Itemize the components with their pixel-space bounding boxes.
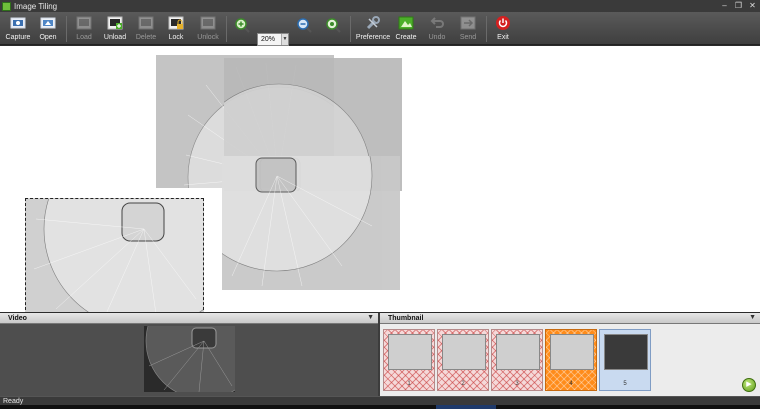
window-title: Image Tiling bbox=[14, 1, 58, 11]
zoom-fit-icon bbox=[325, 17, 341, 33]
selected-image-tile[interactable] bbox=[25, 198, 204, 312]
zoom-in-icon bbox=[234, 17, 250, 33]
video-panel-title: Video bbox=[8, 314, 27, 322]
play-icon[interactable]: ▶ bbox=[742, 378, 756, 392]
thumbnail-image bbox=[496, 334, 540, 370]
pin-icon[interactable]: ▼ bbox=[749, 314, 756, 321]
zoom-out-icon bbox=[296, 17, 312, 33]
chevron-down-icon[interactable]: ▼ bbox=[281, 34, 288, 45]
tiling-canvas[interactable] bbox=[0, 46, 760, 312]
status-bar: Ready bbox=[0, 396, 760, 405]
image-tile[interactable] bbox=[222, 156, 400, 290]
toolbar: Capture Open Load Unload Delete Lock Unl… bbox=[0, 12, 760, 46]
taskbar-strip bbox=[0, 405, 760, 409]
exit-button[interactable]: Exit bbox=[492, 13, 514, 44]
zoom-in-button[interactable] bbox=[233, 13, 251, 44]
create-button[interactable]: Create bbox=[394, 13, 418, 44]
thumbnail-item[interactable]: 1 bbox=[383, 329, 435, 391]
toolbar-separator bbox=[226, 16, 227, 42]
send-button[interactable]: Send bbox=[456, 13, 480, 44]
restore-icon[interactable]: ❐ bbox=[733, 1, 744, 10]
preference-button[interactable]: Preference bbox=[356, 13, 390, 44]
thumbnail-image bbox=[442, 334, 486, 370]
thumbnail-number: 5 bbox=[623, 381, 627, 387]
unload-button[interactable]: Unload bbox=[102, 13, 128, 44]
close-icon[interactable]: ✕ bbox=[747, 1, 758, 10]
delete-icon bbox=[138, 15, 154, 31]
unlock-button[interactable]: Unlock bbox=[194, 13, 222, 44]
lock-icon bbox=[168, 15, 184, 31]
video-panel bbox=[0, 324, 378, 396]
toolbar-separator bbox=[66, 16, 67, 42]
title-bar: Image Tiling – ❐ ✕ bbox=[0, 0, 760, 12]
wrench-icon bbox=[365, 15, 381, 31]
status-text: Ready bbox=[3, 398, 24, 405]
thumbnail-image bbox=[604, 334, 648, 370]
power-icon bbox=[495, 15, 511, 31]
toolbar-separator bbox=[486, 16, 487, 42]
thumbnail-image bbox=[550, 334, 594, 370]
zoom-out-button[interactable] bbox=[295, 13, 313, 44]
load-icon bbox=[76, 15, 92, 31]
unlock-icon bbox=[200, 15, 216, 31]
zoom-fit-button[interactable] bbox=[324, 13, 342, 44]
thumbnail-panel: 1 2 3 4 5 ▶ bbox=[380, 324, 760, 396]
bottom-panels: Video ▼ Thumbnail ▼ 1 2 3 4 5 ▶ bbox=[0, 313, 760, 396]
thumbnail-item[interactable]: 4 bbox=[545, 329, 597, 391]
unload-icon bbox=[107, 15, 123, 31]
thumbnail-number: 1 bbox=[407, 381, 411, 387]
thumbnail-number: 2 bbox=[461, 381, 465, 387]
taskbar-active bbox=[436, 405, 496, 409]
thumbnail-number: 4 bbox=[569, 381, 573, 387]
capture-icon bbox=[10, 15, 26, 31]
app-icon bbox=[2, 1, 11, 11]
thumbnail-item-selected[interactable]: 5 bbox=[599, 329, 651, 391]
undo-icon bbox=[429, 15, 445, 31]
undo-button[interactable]: Undo bbox=[426, 13, 448, 44]
thumbnail-panel-header: Thumbnail ▼ bbox=[380, 313, 760, 324]
delete-button[interactable]: Delete bbox=[134, 13, 158, 44]
zoom-level-value: 20% bbox=[261, 36, 276, 43]
thumbnail-item[interactable]: 3 bbox=[491, 329, 543, 391]
thumbnail-panel-title: Thumbnail bbox=[388, 314, 424, 322]
send-icon bbox=[460, 15, 476, 31]
zoom-level-select[interactable]: 20% ▼ bbox=[257, 33, 289, 46]
thumbnail-item[interactable]: 2 bbox=[437, 329, 489, 391]
capture-button[interactable]: Capture bbox=[4, 13, 32, 44]
pin-icon[interactable]: ▼ bbox=[367, 314, 374, 321]
load-button[interactable]: Load bbox=[72, 13, 96, 44]
thumbnail-image bbox=[388, 334, 432, 370]
create-icon bbox=[398, 15, 414, 31]
thumbnail-number: 3 bbox=[515, 381, 519, 387]
toolbar-separator bbox=[350, 16, 351, 42]
open-icon bbox=[40, 15, 56, 31]
video-frame bbox=[144, 326, 235, 392]
minimize-icon[interactable]: – bbox=[719, 1, 730, 10]
video-panel-header: Video ▼ bbox=[0, 313, 378, 324]
lock-button[interactable]: Lock bbox=[164, 13, 188, 44]
open-button[interactable]: Open bbox=[36, 13, 60, 44]
